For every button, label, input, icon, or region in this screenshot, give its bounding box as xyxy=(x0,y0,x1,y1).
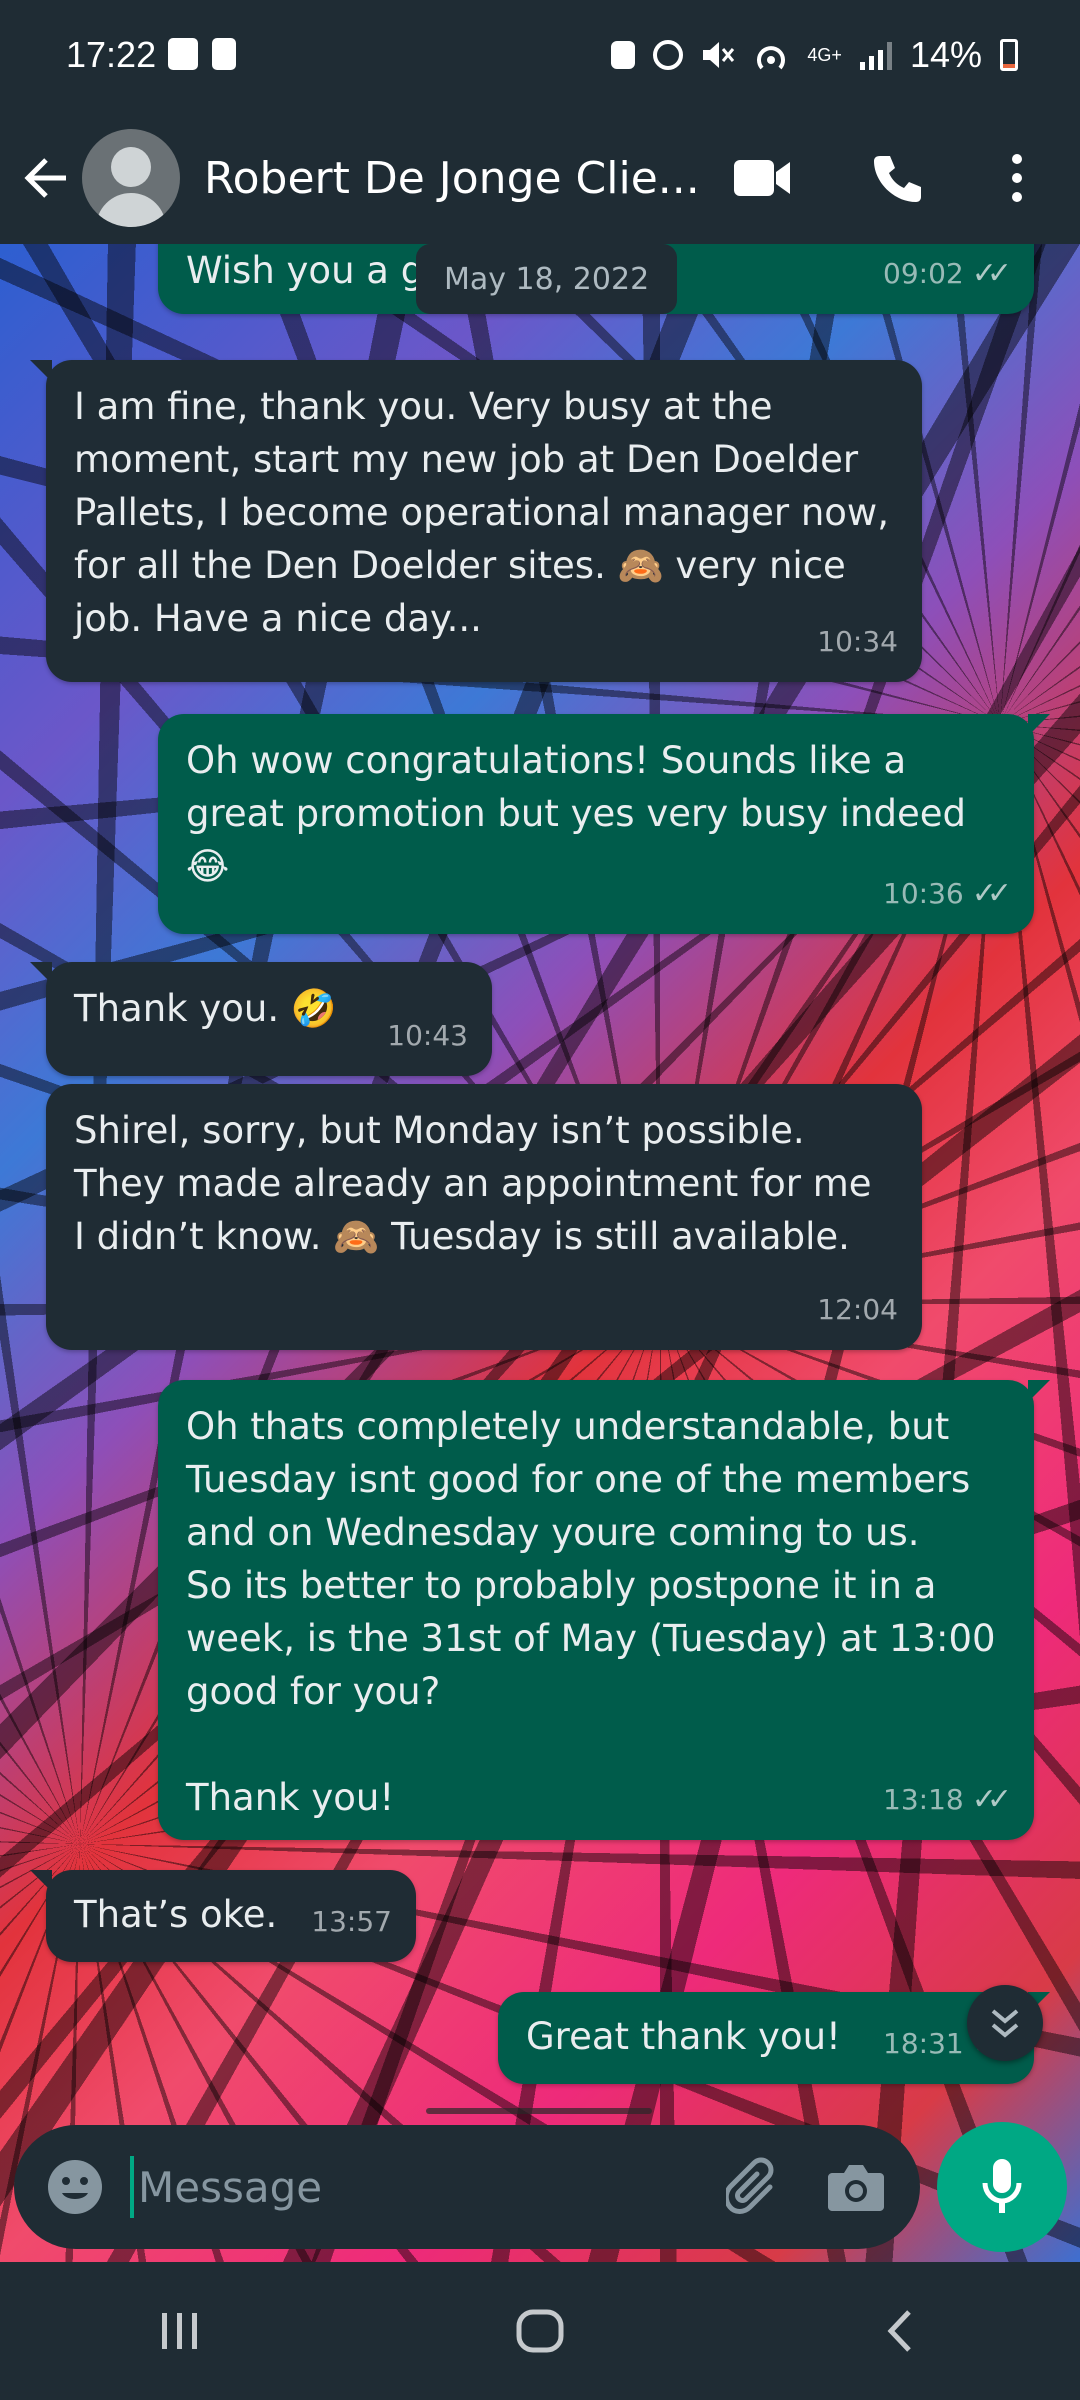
read-ticks-icon: ✓✓ xyxy=(971,256,1012,291)
video-call-icon xyxy=(734,160,790,196)
message-text: Oh thats completely understandable, but … xyxy=(186,1405,996,1819)
emoji-icon xyxy=(48,2160,102,2214)
message-time: 13:57 xyxy=(311,1905,392,1938)
message-time: 18:31 xyxy=(883,2027,964,2060)
camera-icon xyxy=(828,2165,884,2211)
status-bar: 17:22 4G+ 14% xyxy=(0,0,1080,112)
network-type: 4G+ xyxy=(807,45,842,65)
contact-name[interactable]: Robert De Jonge Clie... xyxy=(204,153,704,204)
message-bubble-incoming[interactable]: Thank you. 🤣 10:43 xyxy=(30,962,492,1076)
message-time: 13:18 xyxy=(883,1783,964,1816)
message-bubble-outgoing[interactable]: Great thank you! 18:31 ✓✓ xyxy=(498,1992,1050,2084)
mic-icon xyxy=(982,2159,1022,2213)
message-time: 10:36 xyxy=(883,877,964,910)
alert-notification-icon xyxy=(212,38,236,70)
message-text: That’s oke. xyxy=(74,1893,278,1936)
gallery-notification-icon xyxy=(168,38,198,70)
attach-button[interactable] xyxy=(720,2153,788,2221)
read-ticks-icon: ✓✓ xyxy=(971,1782,1012,1817)
back-icon xyxy=(887,2310,911,2352)
message-input[interactable]: Message xyxy=(138,2163,720,2212)
chevron-double-down-icon xyxy=(991,2009,1019,2038)
home-icon xyxy=(516,2309,564,2353)
message-composer: Message xyxy=(14,2125,920,2249)
back-nav-button[interactable] xyxy=(850,2281,950,2381)
recents-button[interactable] xyxy=(130,2281,230,2381)
more-vertical-icon xyxy=(1012,154,1022,202)
recents-icon xyxy=(162,2313,197,2349)
read-ticks-icon: ✓✓ xyxy=(971,876,1012,911)
message-bubble-incoming[interactable]: Shirel, sorry, but Monday isn’t possible… xyxy=(46,1084,922,1350)
message-bubble-incoming[interactable]: I am fine, thank you. Very busy at the m… xyxy=(30,360,922,682)
message-bubble-outgoing[interactable]: Oh thats completely understandable, but … xyxy=(158,1380,1050,1840)
mute-icon xyxy=(703,42,735,68)
status-time: 17:22 xyxy=(66,34,157,75)
attach-icon xyxy=(726,2157,774,2214)
phone-call-icon xyxy=(874,156,921,202)
back-button[interactable] xyxy=(14,146,78,210)
date-chip: May 18, 2022 xyxy=(416,244,678,314)
home-button[interactable] xyxy=(490,2281,590,2381)
message-bubble-incoming[interactable]: That’s oke. 13:57 xyxy=(30,1870,416,1962)
data-saver-icon xyxy=(611,41,636,69)
drag-handle xyxy=(426,2108,652,2114)
emoji-button[interactable] xyxy=(42,2154,108,2220)
battery-percent: 14% xyxy=(909,34,982,75)
message-text: Thank you. 🤣 xyxy=(74,987,337,1030)
chat-header: Robert De Jonge Clie... xyxy=(0,112,1080,244)
message-time: 12:04 xyxy=(817,1293,898,1326)
hotspot-icon xyxy=(757,46,786,70)
system-nav-bar xyxy=(0,2262,1080,2400)
back-arrow-icon xyxy=(24,158,66,198)
chat-area[interactable]: Wish you a g 09:02 ✓✓ May 18, 2022 I am … xyxy=(0,244,1080,2262)
message-text: I am fine, thank you. Very busy at the m… xyxy=(74,385,901,640)
message-time: 09:02 xyxy=(883,257,964,290)
avatar[interactable] xyxy=(82,129,180,227)
more-options-button[interactable] xyxy=(983,144,1051,212)
alarm-icon xyxy=(653,40,684,70)
voice-message-button[interactable] xyxy=(937,2122,1067,2252)
scroll-to-bottom-button[interactable] xyxy=(967,1985,1043,2061)
message-text: Great thank you! xyxy=(526,2015,841,2058)
signal-icon xyxy=(859,40,892,70)
battery-icon xyxy=(1000,39,1018,71)
text-cursor xyxy=(130,2156,134,2218)
camera-button[interactable] xyxy=(822,2153,890,2221)
video-call-button[interactable] xyxy=(728,144,796,212)
message-text: Shirel, sorry, but Monday isn’t possible… xyxy=(74,1109,884,1258)
phone-call-button[interactable] xyxy=(864,144,932,212)
message-bubble-outgoing[interactable]: Oh wow congratulations! Sounds like a gr… xyxy=(158,714,1050,934)
message-time: 10:34 xyxy=(817,625,898,658)
message-time: 10:43 xyxy=(387,1019,468,1052)
